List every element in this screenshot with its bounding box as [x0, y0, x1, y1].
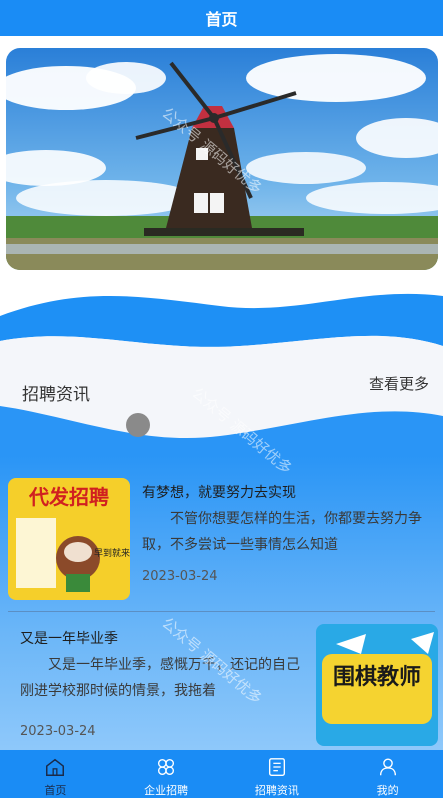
banner-section — [0, 36, 443, 286]
news-date: 2023-03-24 — [20, 724, 96, 739]
view-more-link[interactable]: 查看更多 — [369, 373, 429, 394]
tab-company-jobs[interactable]: 企业招聘 — [111, 750, 222, 798]
news-icon — [268, 758, 285, 776]
user-icon — [379, 758, 396, 776]
news-summary: 不管你想要怎样的生活，你都要去努力争取，不多尝试一些事情怎么知道 — [142, 511, 422, 553]
section-title: 招聘资讯 — [22, 385, 90, 405]
thumb-title: 围棋教师 — [333, 664, 421, 690]
grid-icon — [158, 758, 175, 776]
tab-job-news[interactable]: 招聘资讯 — [222, 750, 333, 798]
news-date: 2023-03-24 — [142, 569, 218, 584]
tab-mine[interactable]: 我的 — [332, 750, 443, 798]
news-thumbnail: 代发招聘 早到就来 — [8, 478, 130, 600]
home-icon — [46, 758, 65, 776]
windmill-image — [6, 48, 438, 270]
news-thumbnail: 围棋教师 — [316, 624, 438, 746]
wave-header — [0, 286, 443, 456]
thumb-title: 代发招聘 — [28, 485, 109, 509]
tab-label: 首页 — [44, 784, 67, 797]
divider — [8, 611, 435, 612]
tab-label: 企业招聘 — [144, 784, 189, 797]
tab-home[interactable]: 首页 — [0, 750, 111, 798]
news-list: 代发招聘 早到就来 有梦想，就要努力去实现 不管你想要怎样的生活，你都要去努力争… — [0, 456, 443, 750]
tab-label: 我的 — [376, 784, 399, 797]
bottom-tab-bar: 首页 企业招聘 招聘资讯 我的 — [0, 750, 443, 798]
news-title: 有梦想，就要努力去实现 — [142, 485, 296, 501]
news-item[interactable]: 又是一年毕业季 又是一年毕业季，感慨万千，还记的自己刚进学校那时候的情景，我拖着… — [0, 614, 443, 750]
tab-label: 招聘资讯 — [254, 784, 299, 797]
top-nav-bar: 首页 — [0, 0, 443, 36]
thumb-subtitle: 早到就来 — [94, 547, 130, 559]
news-summary: 又是一年毕业季，感慨万千，还记的自己刚进学校那时候的情景，我拖着 — [20, 657, 300, 699]
floating-dot — [126, 413, 150, 437]
banner-image[interactable] — [6, 48, 438, 270]
news-title: 又是一年毕业季 — [20, 631, 118, 647]
news-item[interactable]: 代发招聘 早到就来 有梦想，就要努力去实现 不管你想要怎样的生活，你都要去努力争… — [0, 456, 443, 612]
page-title: 首页 — [205, 10, 238, 29]
